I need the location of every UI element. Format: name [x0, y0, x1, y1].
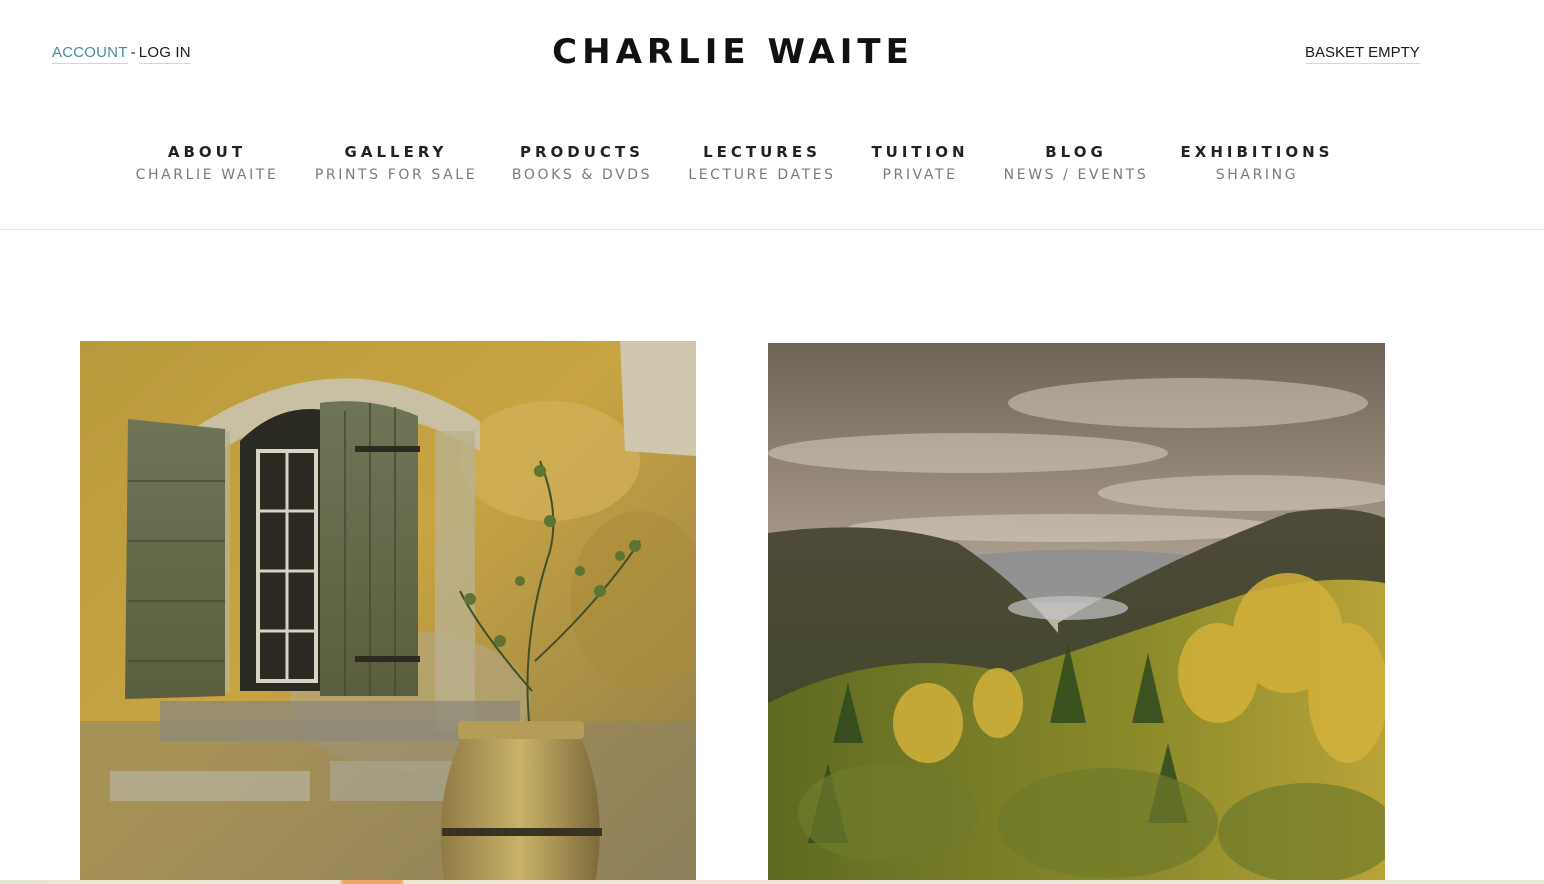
nav-item-exhibitions[interactable]: EXHIBITIONS SHARING	[1181, 143, 1334, 183]
nav-subtitle: CHARLIE WAITE	[135, 167, 279, 183]
header-divider	[0, 229, 1544, 230]
nav-title: LECTURES	[703, 143, 821, 161]
nav-title: PRODUCTS	[520, 143, 644, 161]
nav-subtitle: PRINTS FOR SALE	[314, 167, 478, 183]
site-logo[interactable]: CHARLIE WAITE	[0, 32, 1466, 72]
nav-title: EXHIBITIONS	[1180, 143, 1334, 161]
nav-subtitle: PRIVATE	[882, 167, 958, 183]
nav-item-tuition[interactable]: TUITION PRIVATE	[871, 143, 968, 183]
page: ACCOUNT - LOG IN CHARLIE WAITE BASKET EMPT…	[0, 0, 1544, 884]
nav-item-about[interactable]: ABOUT CHARLIE WAITE	[136, 143, 279, 183]
bottom-strip	[0, 880, 1544, 884]
nav-item-products[interactable]: PRODUCTS BOOKS & DVDS	[512, 143, 652, 183]
nav-title: GALLERY	[344, 143, 448, 161]
nav-title: BLOG	[1045, 143, 1107, 161]
main-nav: ABOUT CHARLIE WAITE GALLERY PRINTS FOR S…	[0, 143, 1544, 193]
nav-subtitle: SHARING	[1215, 167, 1299, 183]
nav-subtitle: LECTURE DATES	[688, 167, 836, 183]
photo-forest-valley[interactable]	[768, 343, 1385, 884]
nav-subtitle: NEWS / EVENTS	[1003, 167, 1149, 183]
nav-item-lectures[interactable]: LECTURES LECTURE DATES	[688, 143, 835, 183]
photo-window-shutters[interactable]	[80, 341, 696, 884]
nav-title: ABOUT	[167, 143, 247, 161]
nav-item-blog[interactable]: BLOG NEWS / EVENTS	[1004, 143, 1149, 183]
nav-subtitle: BOOKS & DVDS	[511, 167, 653, 183]
basket-link[interactable]: BASKET EMPTY	[1305, 44, 1420, 64]
nav-title: TUITION	[871, 143, 969, 161]
nav-item-gallery[interactable]: GALLERY PRINTS FOR SALE	[315, 143, 477, 183]
